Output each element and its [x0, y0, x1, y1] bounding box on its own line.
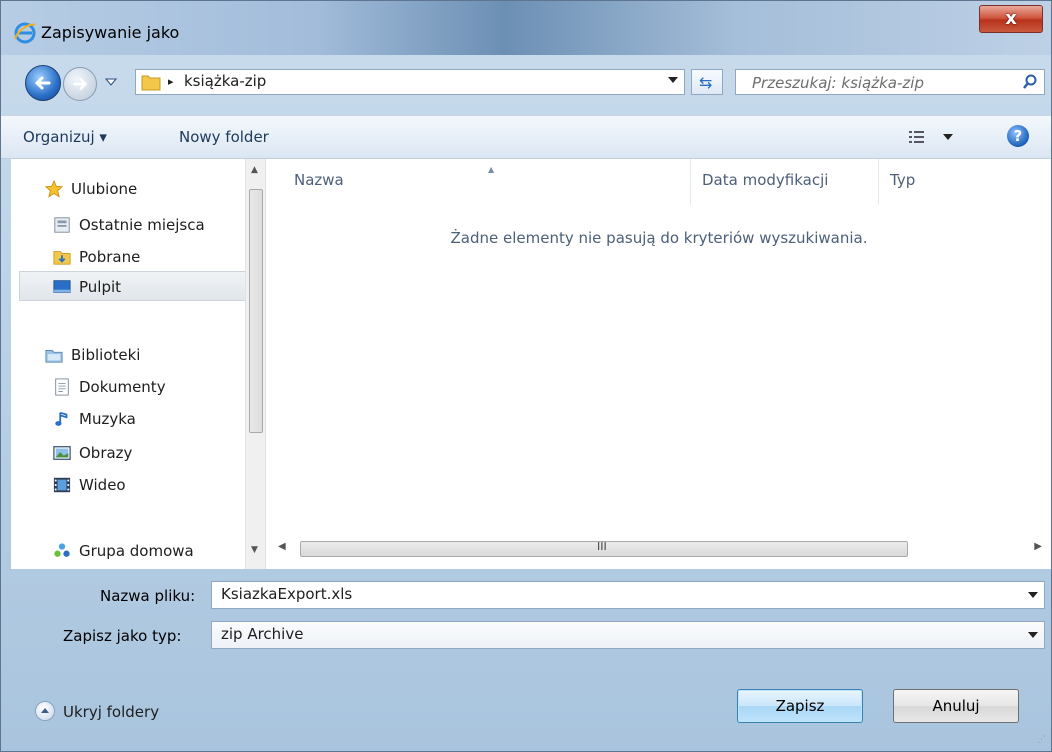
sidebar-item-label: Dokumenty — [79, 378, 166, 396]
file-type-select[interactable]: zip Archive — [211, 621, 1045, 649]
column-divider[interactable] — [690, 159, 691, 205]
sidebar-item-label: Pulpit — [79, 278, 122, 296]
file-list: ▲ Nazwa Data modyfikacji Typ Żadne eleme… — [265, 159, 1051, 569]
hide-folders-label: Ukryj foldery — [63, 703, 160, 721]
search-icon[interactable] — [1022, 74, 1038, 90]
homegroup-icon — [54, 543, 70, 557]
scroll-down-icon[interactable]: ▼ — [251, 545, 258, 555]
column-header-date-modified[interactable]: Data modyfikacji — [702, 171, 828, 189]
address-bar[interactable]: ▸ książka-zip — [135, 69, 685, 95]
sidebar-item-label: Biblioteki — [71, 346, 141, 364]
scrollbar-thumb[interactable] — [249, 189, 263, 433]
command-bar: Organizuj ▾ Nowy folder ? — [1, 115, 1051, 159]
new-folder-button[interactable]: Nowy folder — [179, 128, 269, 146]
sidebar-item-label: Wideo — [79, 476, 126, 494]
change-view-button[interactable] — [907, 128, 957, 150]
libraries-icon — [45, 350, 63, 363]
navigation-bar: ▸ książka-zip ⇆ — [1, 57, 1051, 115]
filename-combobox[interactable]: KsiazkaExport.xls — [211, 581, 1045, 609]
chevron-down-icon[interactable] — [1028, 631, 1038, 639]
breadcrumb-current-folder[interactable]: książka-zip — [184, 72, 266, 90]
recent-places-icon — [54, 217, 70, 233]
search-input[interactable] — [736, 70, 1024, 96]
scroll-left-icon[interactable]: ◀ — [278, 541, 286, 552]
column-header-name[interactable]: Nazwa — [294, 171, 344, 189]
sidebar-item-label: Pobrane — [79, 248, 141, 266]
filename-label: Nazwa pliku: — [100, 587, 196, 605]
file-type-value: zip Archive — [221, 625, 304, 643]
navigation-pane-scrollbar[interactable]: ▲ ▼ — [245, 159, 265, 569]
chevron-down-icon[interactable] — [1028, 591, 1038, 599]
empty-results-message: Żadne elementy nie pasują do kryteriów w… — [450, 229, 868, 247]
downloads-folder-icon — [53, 251, 71, 265]
breadcrumb-separator-icon[interactable]: ▸ — [168, 75, 174, 88]
pictures-icon — [53, 446, 71, 460]
filename-input[interactable]: KsiazkaExport.xls — [221, 585, 352, 603]
recent-pages-dropdown-icon[interactable] — [105, 77, 117, 87]
star-icon — [45, 180, 63, 198]
cancel-button[interactable]: Anuluj — [893, 689, 1019, 723]
sort-ascending-icon: ▲ — [488, 165, 495, 174]
resize-grip-icon[interactable]: ⋰ — [1037, 735, 1046, 745]
back-arrow-icon — [34, 76, 51, 90]
scroll-right-icon[interactable]: ▶ — [1034, 541, 1042, 552]
window-title: Zapisywanie jako — [41, 23, 180, 42]
sidebar-item-label: Grupa domowa — [79, 542, 194, 560]
sidebar-item-label: Ostatnie miejsca — [79, 216, 205, 234]
navigation-pane: Ulubione Ostatnie miejsca Pobrane Pulpit… — [11, 159, 265, 569]
search-box — [735, 69, 1045, 96]
sidebar-item-label: Muzyka — [79, 410, 136, 428]
scroll-up-icon[interactable]: ▲ — [251, 165, 258, 175]
forward-button[interactable] — [63, 67, 97, 101]
refresh-button[interactable]: ⇆ — [691, 69, 723, 95]
help-icon[interactable]: ? — [1007, 125, 1029, 147]
scrollbar-grip: III — [597, 540, 607, 553]
view-options-icon — [909, 131, 953, 143]
save-as-dialog: Zapisywanie jako x ▸ książka-zip ⇆ Organ… — [0, 0, 1052, 752]
documents-icon — [55, 378, 69, 396]
music-icon — [55, 411, 68, 426]
folder-icon — [141, 75, 161, 91]
sidebar-item-label: Obrazy — [79, 444, 133, 462]
close-icon: x — [1005, 8, 1017, 29]
sidebar-item-label: Ulubione — [71, 180, 138, 198]
file-type-label: Zapisz jako typ: — [63, 627, 182, 645]
save-button[interactable]: Zapisz — [737, 689, 863, 723]
internet-explorer-icon — [14, 22, 36, 44]
collapse-up-icon — [35, 701, 55, 721]
back-button[interactable] — [25, 65, 61, 101]
close-button[interactable]: x — [979, 5, 1043, 33]
video-icon — [53, 477, 71, 493]
organize-menu-button[interactable]: Organizuj ▾ — [23, 128, 107, 146]
forward-arrow-icon — [73, 78, 88, 90]
refresh-icon: ⇆ — [699, 73, 713, 92]
file-list-horizontal-scrollbar[interactable]: ◀ III ▶ — [266, 539, 1052, 559]
column-divider[interactable] — [878, 159, 879, 205]
scrollbar-thumb[interactable]: III — [300, 540, 908, 557]
title-bar[interactable]: Zapisywanie jako x — [1, 1, 1051, 55]
column-header-type[interactable]: Typ — [890, 171, 915, 189]
chevron-down-icon[interactable] — [668, 76, 678, 84]
desktop-icon — [53, 280, 71, 293]
